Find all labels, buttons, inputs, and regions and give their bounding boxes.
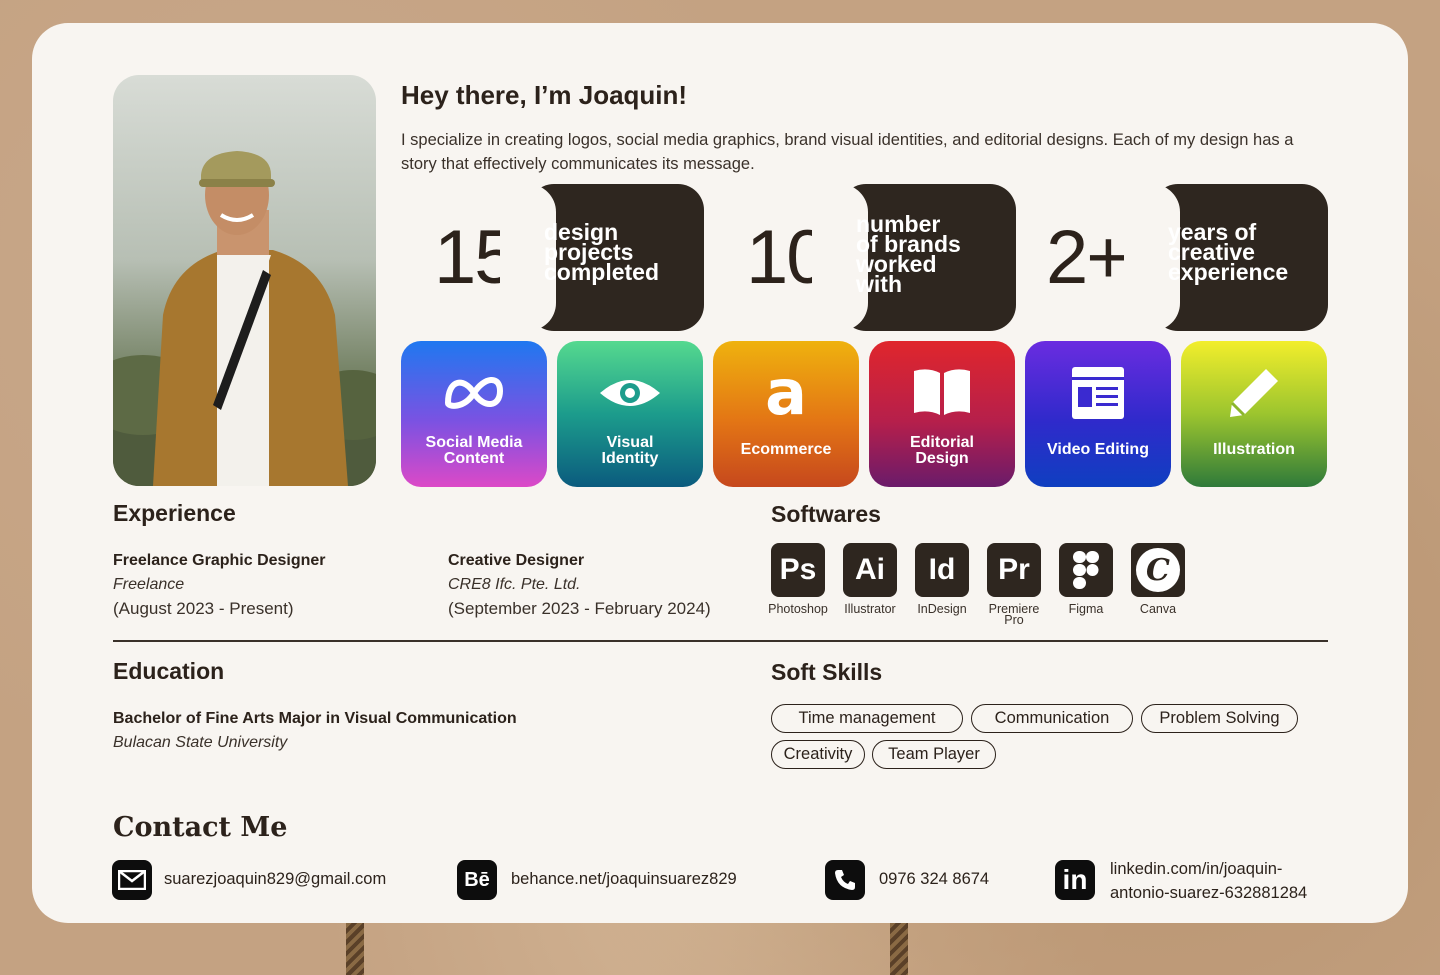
linkedin-icon: in [1055, 860, 1095, 900]
job-title: Creative Designer [448, 552, 585, 569]
illustrator-icon: Ai [843, 543, 897, 597]
education-heading: Education [113, 658, 225, 684]
stat-number-years: 2+ [1046, 215, 1131, 300]
skill-pill: Creativity [771, 740, 865, 769]
job-company: CRE8 Ifc. Pte. Ltd. [448, 576, 581, 593]
software-label: Premiere Pro [974, 603, 1054, 627]
book-icon [914, 369, 970, 415]
skill-pill: Time management [771, 704, 963, 733]
amazon-icon: a [765, 356, 807, 429]
softwares-heading: Softwares [771, 501, 881, 527]
degree: Bachelor of Fine Arts Major in Visual Co… [113, 710, 517, 727]
stat-label-line: experience [1168, 259, 1289, 285]
section-divider [113, 640, 1328, 642]
stat-label-years: years of creative experience [1124, 184, 1328, 331]
service-label: Design [915, 450, 969, 467]
canva-glyph: C [1136, 548, 1180, 592]
email-link[interactable]: suarezjoaquin829@gmail.com [164, 870, 386, 889]
photoshop-icon: Ps [771, 543, 825, 597]
software-label: InDesign [917, 602, 967, 616]
stat-label-brands: number of brands worked with [812, 184, 1016, 331]
software-label: Photoshop [768, 602, 828, 616]
eye-icon [600, 380, 660, 406]
premiere-pro-icon: Pr [987, 543, 1041, 597]
service-label: Content [443, 450, 505, 467]
phone-number[interactable]: 0976 324 8674 [879, 870, 989, 889]
software-label: Illustrator [844, 602, 896, 616]
software-label: Figma [1068, 602, 1104, 616]
linkedin-line: antonio-suarez-632881284 [1110, 884, 1308, 902]
skill-pill: Team Player [872, 740, 996, 769]
service-ecommerce[interactable]: a Ecommerce [713, 341, 859, 487]
service-label: Identity [601, 450, 659, 467]
service-illustration[interactable]: Illustration [1181, 341, 1327, 487]
twine-right [890, 923, 908, 975]
job-dates: (August 2023 - Present) [113, 599, 294, 618]
linkedin-link[interactable]: linkedin.com/in/joaquin- antonio-suarez-… [1110, 857, 1307, 905]
service-label: Video Editing [1047, 441, 1149, 458]
service-label: Illustration [1213, 441, 1295, 458]
service-social-media[interactable]: Social Media Content [401, 341, 547, 487]
job-company: Freelance [113, 576, 185, 593]
service-label: Visual [606, 434, 654, 451]
service-video-editing[interactable]: Video Editing [1025, 341, 1171, 487]
stat-label-line: completed [544, 259, 660, 285]
pencil-icon [1230, 369, 1278, 417]
contact-heading: Contact Me [113, 812, 288, 843]
service-label: Social Media [425, 434, 523, 451]
experience-heading: Experience [113, 500, 236, 526]
intro-description: I specialize in creating logos, social m… [401, 131, 1294, 173]
software-label: Canva [1139, 602, 1177, 616]
skill-pill: Communication [971, 704, 1133, 733]
profile-photo [113, 75, 376, 486]
school: Bulacan State University [113, 734, 288, 751]
indesign-icon: Id [915, 543, 969, 597]
stat-label-line: with [856, 271, 902, 297]
job-title: Freelance Graphic Designer [113, 552, 326, 569]
soft-skills-heading: Soft Skills [771, 659, 883, 685]
service-editorial-design[interactable]: Editorial Design [869, 341, 1015, 487]
portrait-illustration [113, 151, 376, 486]
job-dates: (September 2023 - February 2024) [448, 599, 711, 618]
browser-window-icon [1072, 367, 1124, 419]
linkedin-line: linkedin.com/in/joaquin- [1110, 860, 1283, 878]
canva-icon: C [1131, 543, 1185, 597]
service-visual-identity[interactable]: Visual Identity [557, 341, 703, 487]
skill-pill: Problem Solving [1141, 704, 1298, 733]
service-label: Ecommerce [740, 441, 832, 458]
service-label: Editorial [909, 434, 974, 451]
meta-icon [444, 377, 504, 409]
page-title: Hey there, I’m Joaquin! [401, 80, 688, 110]
behance-link[interactable]: behance.net/joaquinsuarez829 [511, 870, 737, 889]
email-icon [112, 860, 152, 900]
stat-label-projects: design projects completed [500, 184, 704, 331]
twine-left [346, 923, 364, 975]
phone-icon [825, 860, 865, 900]
software-label-line: Pro [1004, 613, 1024, 627]
figma-icon [1059, 543, 1113, 597]
behance-icon: Bē [457, 860, 497, 900]
